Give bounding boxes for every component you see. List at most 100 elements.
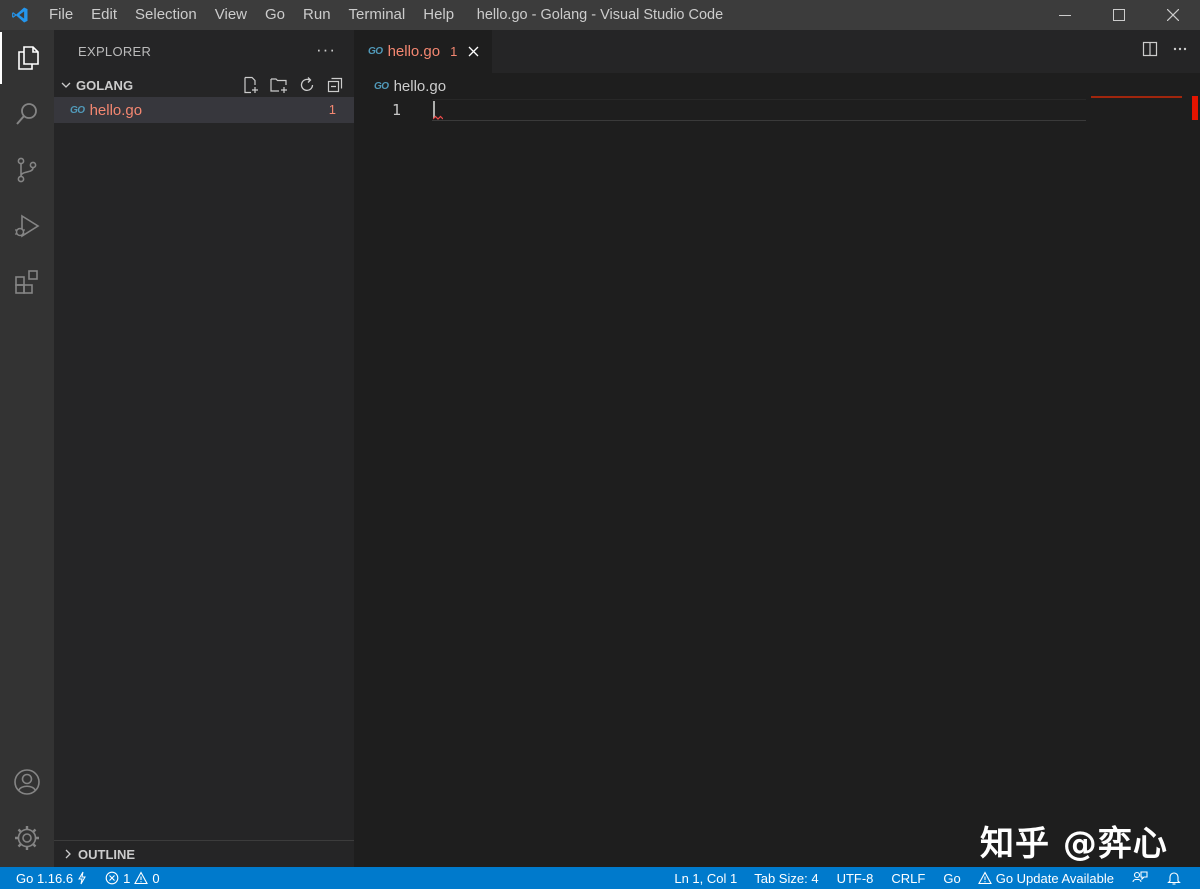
file-item-label: hello.go (89, 101, 143, 119)
go-version-status[interactable]: Go 1.16.6 (0, 867, 95, 889)
code-editor[interactable]: 1 (354, 96, 1200, 839)
run-debug-icon (15, 214, 40, 238)
explorer-title: EXPLORER (78, 44, 152, 59)
editor-more-actions-button[interactable] (1172, 41, 1188, 62)
feedback-button[interactable] (1122, 867, 1158, 889)
tab-problem-count: 1 (450, 44, 458, 59)
encoding-status[interactable]: UTF-8 (828, 867, 883, 889)
new-folder-button[interactable] (268, 74, 290, 96)
eol-status[interactable]: CRLF (882, 867, 934, 889)
status-bar: Go 1.16.6 1 0 Ln 1, Col 1 Tab Size: 4 UT… (0, 867, 1200, 889)
current-line-highlight (432, 99, 1086, 121)
maximize-button[interactable] (1092, 0, 1146, 30)
menu-selection[interactable]: Selection (126, 0, 206, 30)
scrollbar-error-marker (1192, 96, 1198, 120)
tab-hello-go[interactable]: GO hello.go 1 (354, 30, 492, 73)
error-icon (105, 871, 119, 885)
split-editor-button[interactable] (1142, 41, 1158, 62)
close-icon (1167, 9, 1179, 21)
collapse-folders-button[interactable] (324, 74, 346, 96)
go-version-label: Go 1.16.6 (16, 870, 74, 886)
explorer-header: EXPLORER (54, 30, 354, 73)
error-squiggle (433, 115, 443, 120)
notifications-button[interactable] (1158, 867, 1200, 889)
tab-label: hello.go (387, 43, 441, 60)
accounts-activity-button[interactable] (0, 756, 54, 808)
close-window-button[interactable] (1146, 0, 1200, 30)
new-file-button[interactable] (240, 74, 262, 96)
menu-run[interactable]: Run (294, 0, 340, 30)
editor-tabs: GO hello.go 1 (354, 30, 1200, 73)
explorer-activity-button[interactable] (0, 32, 54, 84)
tab-close-button[interactable] (468, 46, 479, 57)
refresh-icon (300, 77, 314, 91)
line-number: 1 (392, 101, 402, 119)
vscode-logo-icon (0, 0, 40, 30)
menu-help[interactable]: Help (414, 0, 463, 30)
language-mode-status[interactable]: Go (934, 867, 969, 889)
file-item-hello-go[interactable]: GO hello.go 1 (54, 97, 354, 123)
manage-activity-button[interactable] (0, 812, 54, 864)
cursor-position-status[interactable]: Ln 1, Col 1 (666, 867, 745, 889)
source-control-icon (17, 157, 37, 183)
new-file-icon (244, 76, 258, 94)
file-problem-count: 1 (328, 102, 336, 117)
tab-size-status[interactable]: Tab Size: 4 (745, 867, 827, 889)
collapse-all-icon (327, 77, 343, 93)
explorer-sidebar: EXPLORER ··· GOLANG GO hello.go 1 OUTLIN… (54, 30, 354, 867)
title-bar: File Edit Selection View Go Run Terminal… (0, 0, 1200, 30)
error-count: 1 (123, 870, 131, 886)
search-icon (16, 103, 37, 125)
overview-ruler-error (1091, 96, 1182, 98)
menu-terminal[interactable]: Terminal (340, 0, 415, 30)
breadcrumb-file[interactable]: hello.go (394, 78, 447, 95)
new-folder-icon (270, 78, 287, 93)
menu-edit[interactable]: Edit (82, 0, 126, 30)
bell-icon (1167, 872, 1181, 885)
menu-go[interactable]: Go (256, 0, 294, 30)
minimize-icon (1059, 15, 1071, 16)
outline-section-header[interactable]: OUTLINE (54, 840, 354, 867)
menu-bar: File Edit Selection View Go Run Terminal… (40, 0, 463, 30)
go-file-icon: GO (368, 46, 383, 57)
extensions-activity-button[interactable] (0, 256, 54, 308)
warning-count: 0 (152, 870, 160, 886)
chevron-down-icon (54, 79, 76, 91)
go-file-icon: GO (70, 104, 85, 116)
minimize-button[interactable] (1038, 0, 1092, 30)
outline-label: OUTLINE (78, 846, 136, 862)
window-controls (1038, 0, 1200, 30)
editor-area: GO hello.go 1 GO hello.go 1 (354, 30, 1200, 867)
watermark: 知乎 @弈心 (980, 824, 1168, 864)
menu-file[interactable]: File (40, 0, 82, 30)
lightning-icon (78, 871, 86, 885)
go-update-label: Go Update Available (995, 870, 1114, 886)
editor-actions (1142, 30, 1188, 73)
gear-icon (15, 826, 39, 850)
refresh-explorer-button[interactable] (296, 74, 318, 96)
split-editor-icon (1142, 41, 1158, 57)
feedback-icon (1132, 871, 1148, 883)
problems-status[interactable]: 1 0 (95, 867, 167, 889)
explorer-more-actions-button[interactable]: ··· (316, 40, 336, 60)
chevron-right-icon (54, 848, 78, 860)
extensions-icon (15, 270, 38, 294)
folder-actions (240, 74, 346, 96)
account-icon (14, 769, 40, 795)
folder-label: GOLANG (76, 77, 134, 93)
warning-icon (977, 871, 992, 885)
warning-icon (134, 871, 149, 885)
activity-bar (0, 30, 54, 867)
menu-view[interactable]: View (206, 0, 256, 30)
folder-golang[interactable]: GOLANG (54, 73, 354, 97)
close-icon (468, 46, 479, 57)
more-actions-icon (1173, 47, 1187, 51)
run-debug-activity-button[interactable] (0, 200, 54, 252)
search-activity-button[interactable] (0, 88, 54, 140)
maximize-icon (1113, 9, 1125, 21)
go-file-icon: GO (374, 80, 389, 92)
go-update-status[interactable]: Go Update Available (970, 867, 1122, 889)
source-control-activity-button[interactable] (0, 144, 54, 196)
status-bar-right: Ln 1, Col 1 Tab Size: 4 UTF-8 CRLF Go Go… (666, 867, 1200, 889)
breadcrumb[interactable]: GO hello.go (354, 73, 1200, 99)
